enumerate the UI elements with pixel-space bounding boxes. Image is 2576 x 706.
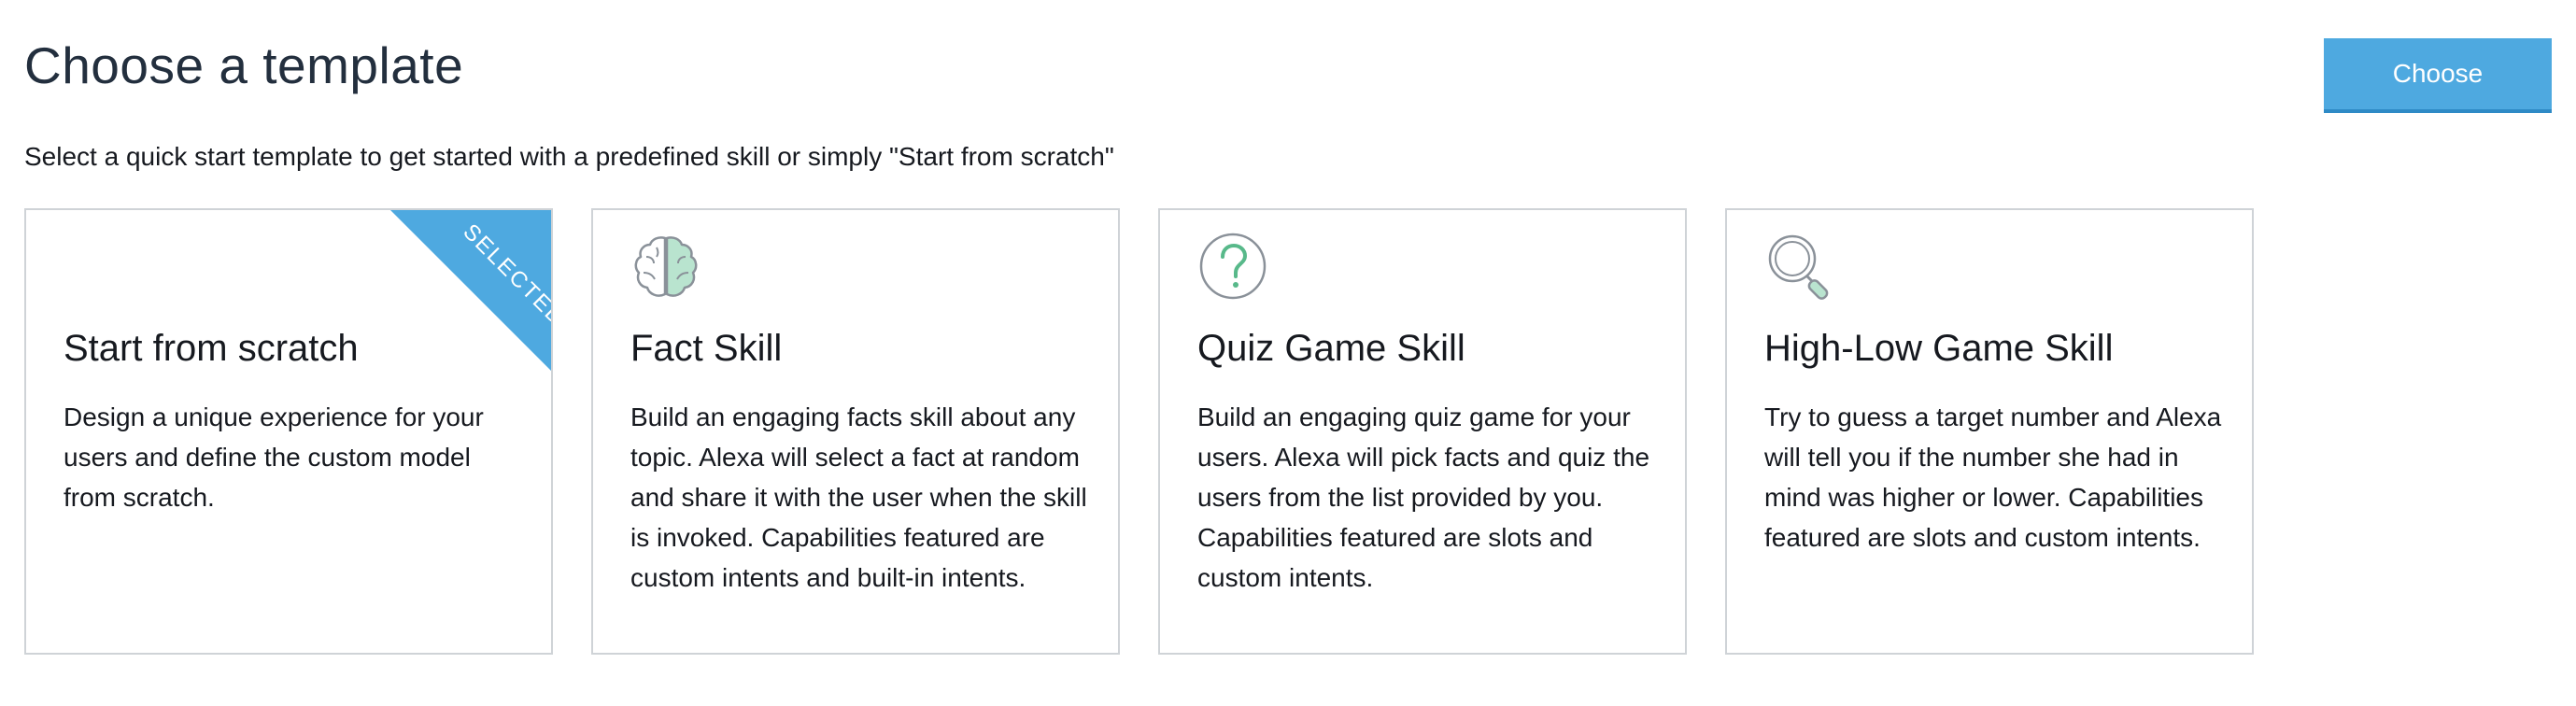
template-card-start-from-scratch[interactable]: SELECTED Start from scratch Design a uni… bbox=[24, 208, 553, 655]
template-card-quiz-game-skill[interactable]: Quiz Game Skill Build an engaging quiz g… bbox=[1158, 208, 1687, 655]
card-description: Design a unique experience for your user… bbox=[64, 402, 484, 512]
card-description: Try to guess a target number and Alexa w… bbox=[1764, 402, 2222, 552]
page-title: Choose a template bbox=[24, 36, 464, 94]
selected-ribbon: SELECTED bbox=[390, 210, 551, 371]
card-title: Fact Skill bbox=[630, 328, 783, 369]
magnifier-icon bbox=[1764, 231, 1835, 302]
page-subtitle: Select a quick start template to get sta… bbox=[24, 142, 1114, 171]
card-description: Build an engaging facts skill about any … bbox=[630, 402, 1087, 592]
card-description: Build an engaging quiz game for your use… bbox=[1197, 402, 1650, 592]
choose-button[interactable]: Choose bbox=[2324, 38, 2552, 113]
brain-icon bbox=[630, 231, 701, 302]
template-card-list: SELECTED Start from scratch Design a uni… bbox=[24, 208, 2303, 655]
template-card-fact-skill[interactable]: Fact Skill Build an engaging facts skill… bbox=[591, 208, 1120, 655]
template-chooser-page: Choose a template Select a quick start t… bbox=[0, 0, 2576, 706]
question-mark-icon bbox=[1197, 231, 1268, 302]
card-title: High-Low Game Skill bbox=[1764, 328, 2114, 369]
card-title: Start from scratch bbox=[64, 328, 359, 369]
template-card-high-low-game-skill[interactable]: High-Low Game Skill Try to guess a targe… bbox=[1725, 208, 2254, 655]
card-title: Quiz Game Skill bbox=[1197, 328, 1465, 369]
